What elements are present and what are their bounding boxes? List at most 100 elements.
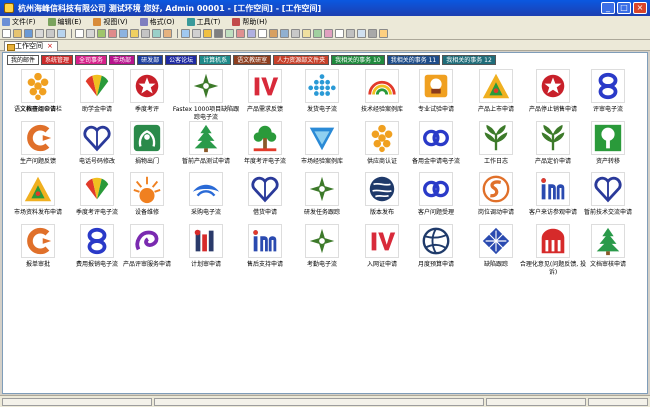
launcher-tile[interactable]: 入网证申请 [351, 224, 413, 284]
toolbar-button[interactable] [181, 29, 190, 38]
toolbar-button[interactable] [302, 29, 311, 38]
category-tab-1[interactable]: 系统管理 [41, 55, 74, 65]
launcher-tile[interactable]: 文档审核申请 [577, 224, 639, 284]
category-tab-11[interactable]: 我相关的事务 12 [442, 55, 496, 65]
tree-icon[interactable] [189, 121, 223, 155]
launcher-tile[interactable]: 岗位调动申请 [465, 172, 527, 232]
launcher-tile[interactable]: 发货电子流 [291, 69, 353, 129]
category-tab-6[interactable]: 计算机系 [199, 55, 232, 65]
launcher-tile[interactable]: 月度预算申请 [405, 224, 467, 284]
bird-icon[interactable] [189, 172, 223, 206]
toolbar-button[interactable] [324, 29, 333, 38]
heart-outline-icon[interactable] [591, 172, 625, 206]
iv-icon[interactable] [248, 69, 282, 103]
fan-icon[interactable] [80, 69, 114, 103]
launcher-tile[interactable]: 客户问题受理 [405, 172, 467, 232]
toolbar-button[interactable] [379, 29, 388, 38]
launcher-tile[interactable]: 研发任务跟踪 [291, 172, 353, 232]
launcher-tile[interactable]: 设备维修 [116, 172, 178, 232]
s-icon[interactable] [479, 172, 513, 206]
launcher-tile-label[interactable]: 评审电子流 [573, 106, 643, 114]
toolbar-button[interactable] [2, 29, 11, 38]
toolbar-button[interactable] [97, 29, 106, 38]
triangle-icon[interactable] [479, 69, 513, 103]
launcher-tile[interactable]: 专业试验申请 [405, 69, 467, 129]
launcher-tile[interactable]: 暂前技术交流申请 [577, 172, 639, 232]
heart-outline-icon[interactable] [80, 121, 114, 155]
dots-flower-icon[interactable] [21, 69, 55, 103]
menu-item-2[interactable]: 视图(V) [93, 17, 128, 27]
im-icon[interactable] [536, 172, 570, 206]
category-tab-7[interactable]: 语文教研室 [233, 55, 272, 65]
toolbar-button[interactable] [46, 29, 55, 38]
hands-icon[interactable] [130, 121, 164, 155]
globe-icon[interactable] [365, 172, 399, 206]
c-arrow-icon[interactable] [21, 224, 55, 258]
category-tab-10[interactable]: 我相关的事务 11 [386, 55, 441, 65]
toolbar-button[interactable] [75, 29, 84, 38]
fan-icon[interactable] [80, 172, 114, 206]
leaf-icon[interactable] [305, 224, 339, 258]
minimize-button[interactable]: _ [601, 2, 615, 14]
toolbar-button[interactable] [86, 29, 95, 38]
launcher-tile[interactable]: 产品评审服务申请 [116, 224, 178, 284]
chain-icon[interactable] [80, 224, 114, 258]
launcher-tile[interactable]: 文档查阅申请 [7, 69, 69, 129]
toolbar-button[interactable] [258, 29, 267, 38]
launcher-tile[interactable]: 产品需求反馈 [234, 69, 296, 129]
rainbow-icon[interactable] [365, 69, 399, 103]
launcher-tile[interactable]: 评审电子流 [577, 69, 639, 129]
category-tab-0[interactable]: 我的邮件 [7, 55, 40, 65]
leaf-icon[interactable] [305, 172, 339, 206]
category-tab-8[interactable]: 人力资源部文件夹 [273, 55, 330, 65]
toolbar-button[interactable] [203, 29, 212, 38]
water-icon[interactable] [305, 121, 339, 155]
launcher-tile[interactable]: 考勤电子流 [291, 224, 353, 284]
menu-item-0[interactable]: 文件(F) [2, 17, 36, 27]
launcher-tile[interactable]: 版本发布 [351, 172, 413, 232]
launcher-tile[interactable]: 客户来访参观申请 [522, 172, 584, 232]
star-badge-icon[interactable] [536, 69, 570, 103]
launcher-tile[interactable]: 技术经验案例库 [351, 69, 413, 129]
toolbar-button[interactable] [269, 29, 278, 38]
toolbar-button[interactable] [152, 29, 161, 38]
category-tab-3[interactable]: 市场部 [109, 55, 136, 65]
toolbar-button[interactable] [214, 29, 223, 38]
launcher-tile[interactable]: 计划审申请 [175, 224, 237, 284]
toolbar-button[interactable] [313, 29, 322, 38]
maximize-button[interactable]: □ [617, 2, 631, 14]
im-icon[interactable] [248, 224, 282, 258]
toolbar-button[interactable] [57, 29, 66, 38]
building-icon[interactable] [536, 224, 570, 258]
launcher-tile[interactable]: 市场资料发布申请 [7, 172, 69, 232]
toolbar-button[interactable] [108, 29, 117, 38]
toolbar-button[interactable] [236, 29, 245, 38]
launcher-tile[interactable]: 产品停止销售申请 [522, 69, 584, 129]
leaf-icon[interactable] [189, 69, 223, 103]
close-button[interactable]: × [633, 2, 647, 14]
tree-icon[interactable] [591, 224, 625, 258]
rings-icon[interactable] [419, 172, 453, 206]
launcher-tile[interactable]: 采购电子流 [175, 172, 237, 232]
category-tab-2[interactable]: 全司事务 [75, 55, 108, 65]
heart-outline-icon[interactable] [248, 172, 282, 206]
category-tab-9[interactable]: 我相关的事务 10 [331, 55, 385, 65]
sun-rays-icon[interactable] [130, 172, 164, 206]
toolbar-button[interactable] [291, 29, 300, 38]
launcher-tile[interactable]: 产品上市申请 [465, 69, 527, 129]
category-tab-5[interactable]: 公客论坛 [165, 55, 198, 65]
launcher-tile[interactable]: 报单审批 [7, 224, 69, 284]
rings-icon[interactable] [419, 121, 453, 155]
launcher-tile-label[interactable]: 文档查阅申请 [3, 106, 73, 114]
toolbar-button[interactable] [141, 29, 150, 38]
launcher-tile[interactable]: 合理化意见(问题反馈, 投诉) [520, 224, 586, 284]
diamond-dots-icon[interactable] [305, 69, 339, 103]
star-badge-icon[interactable] [130, 69, 164, 103]
toolbar-button[interactable] [225, 29, 234, 38]
menu-item-3[interactable]: 格式(O) [139, 17, 175, 27]
launcher-tile[interactable]: 售后支持申请 [234, 224, 296, 284]
toolbar-button[interactable] [346, 29, 355, 38]
toolbar-button[interactable] [130, 29, 139, 38]
launcher-tile[interactable]: Fastex 1000项目缺陷跟踪电子流 [173, 69, 239, 129]
tab-close-icon[interactable]: × [47, 42, 53, 50]
